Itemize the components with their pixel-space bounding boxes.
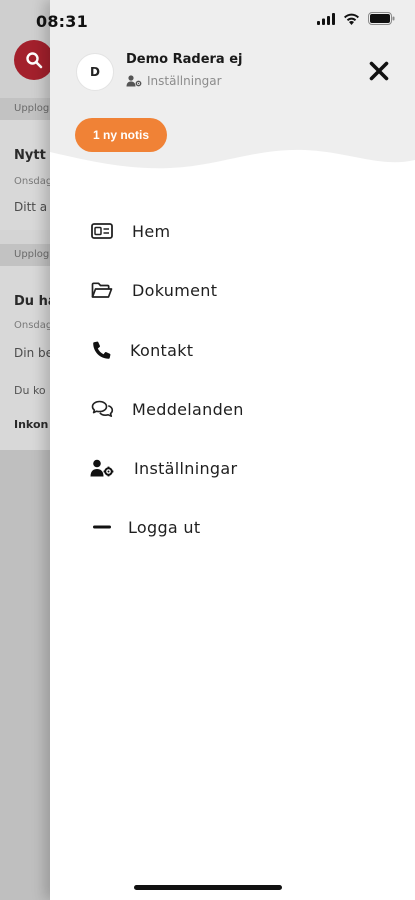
avatar[interactable]: D xyxy=(76,53,114,91)
menu-item-meddelanden[interactable]: Meddelanden xyxy=(90,389,244,429)
status-bar: 08:31 xyxy=(0,0,415,40)
search-button[interactable] xyxy=(14,40,54,80)
status-time: 08:31 xyxy=(36,12,88,31)
background-card-date: Onsdag xyxy=(14,176,53,187)
user-gear-icon xyxy=(126,75,142,87)
menu-item-dokument[interactable]: Dokument xyxy=(90,270,217,310)
background-card-date: Onsdag xyxy=(14,320,53,331)
background-card-body: Ditt a xyxy=(14,200,48,214)
home-indicator xyxy=(134,885,282,890)
wifi-icon xyxy=(344,13,359,25)
minus-icon xyxy=(90,515,114,539)
menu-item-logga-ut[interactable]: Logga ut xyxy=(90,507,200,547)
user-gear-icon xyxy=(90,456,114,480)
background-card-body: Du ko xyxy=(14,384,46,397)
search-icon xyxy=(26,52,43,69)
notification-button[interactable]: 1 ny notis xyxy=(75,118,168,152)
close-icon xyxy=(369,61,389,81)
menu-item-label: Hem xyxy=(132,221,171,241)
battery-icon xyxy=(368,12,395,25)
folder-open-icon xyxy=(90,278,114,302)
background-card-body: Din be xyxy=(14,346,53,360)
menu-item-hem[interactable]: Hem xyxy=(90,211,170,251)
close-button[interactable] xyxy=(364,56,394,86)
menu-item-installningar[interactable]: Inställningar xyxy=(90,448,237,488)
menu-item-kontakt[interactable]: Kontakt xyxy=(90,330,193,370)
user-settings-label: Inställningar xyxy=(147,74,222,88)
id-card-icon xyxy=(90,219,114,243)
menu-item-label: Logga ut xyxy=(128,517,201,537)
phone-icon xyxy=(90,338,114,362)
user-name: Demo Radera ej xyxy=(126,52,243,67)
menu-item-label: Kontakt xyxy=(130,340,194,360)
chat-bubbles-icon xyxy=(90,397,114,421)
background-card-title: Nytt xyxy=(14,148,46,163)
navigation-drawer: D Demo Radera ej Inställningar 1 ny noti… xyxy=(50,0,415,900)
signal-icon xyxy=(317,12,335,25)
menu-item-label: Meddelanden xyxy=(132,399,244,419)
status-icons xyxy=(317,12,395,25)
menu-item-label: Inställningar xyxy=(134,458,238,478)
menu-item-label: Dokument xyxy=(132,280,218,300)
user-settings-link[interactable]: Inställningar xyxy=(126,74,222,88)
background-card-body: Inkon xyxy=(14,418,49,431)
